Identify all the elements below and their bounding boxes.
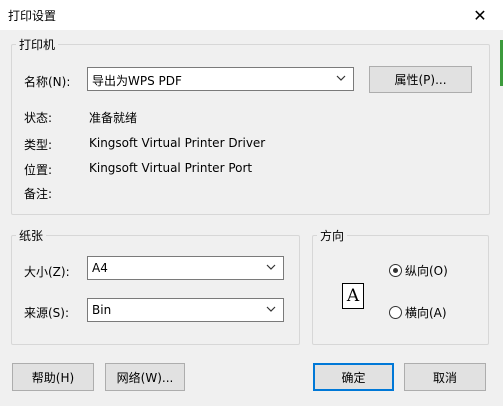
location-value: Kingsoft Virtual Printer Port	[89, 161, 253, 175]
network-button[interactable]: 网络(W)...	[105, 363, 185, 391]
printer-name-label: 名称(N):	[24, 75, 71, 89]
portrait-label: 纵向(O)	[405, 264, 448, 278]
portrait-page-icon: A	[342, 283, 364, 309]
status-label: 状态:	[24, 111, 53, 125]
orientation-group-label: 方向	[320, 229, 345, 243]
paper-source-value: Bin	[92, 303, 112, 317]
paper-group: 纸张	[11, 227, 300, 345]
close-icon[interactable]: ✕	[457, 0, 503, 30]
paper-size-label: 大小(Z):	[24, 265, 70, 279]
properties-button[interactable]: 属性(P)...	[369, 66, 472, 93]
paper-source-select[interactable]: Bin	[87, 298, 284, 322]
paper-size-value: A4	[92, 261, 108, 275]
landscape-radio[interactable]: 横向(A)	[389, 304, 447, 321]
printer-group-label: 打印机	[19, 38, 56, 52]
paper-size-select[interactable]: A4	[87, 256, 284, 280]
chevron-down-icon	[266, 264, 276, 270]
printer-name-select[interactable]: 导出为WPS PDF	[87, 67, 354, 91]
comment-label: 备注:	[24, 187, 53, 201]
title-bar: 打印设置 ✕	[0, 0, 503, 30]
chevron-down-icon	[266, 306, 276, 312]
ok-button[interactable]: 确定	[313, 363, 394, 391]
paper-group-label: 纸张	[19, 229, 44, 243]
printer-group: 打印机	[11, 36, 490, 215]
portrait-radio[interactable]: 纵向(O)	[389, 262, 448, 279]
type-value: Kingsoft Virtual Printer Driver	[89, 136, 266, 150]
orientation-group: 方向	[312, 227, 489, 345]
location-label: 位置:	[24, 163, 53, 177]
help-button[interactable]: 帮助(H)	[12, 363, 94, 391]
printer-name-value: 导出为WPS PDF	[92, 74, 182, 88]
landscape-label: 横向(A)	[405, 306, 447, 320]
status-value: 准备就绪	[89, 111, 138, 125]
paper-source-label: 来源(S):	[24, 306, 70, 320]
landscape-radio-button[interactable]	[389, 306, 402, 319]
window-title: 打印设置	[8, 9, 57, 23]
cancel-button[interactable]: 取消	[404, 363, 486, 391]
type-label: 类型:	[24, 138, 53, 152]
portrait-radio-button[interactable]	[389, 264, 402, 277]
chevron-down-icon	[336, 75, 346, 81]
